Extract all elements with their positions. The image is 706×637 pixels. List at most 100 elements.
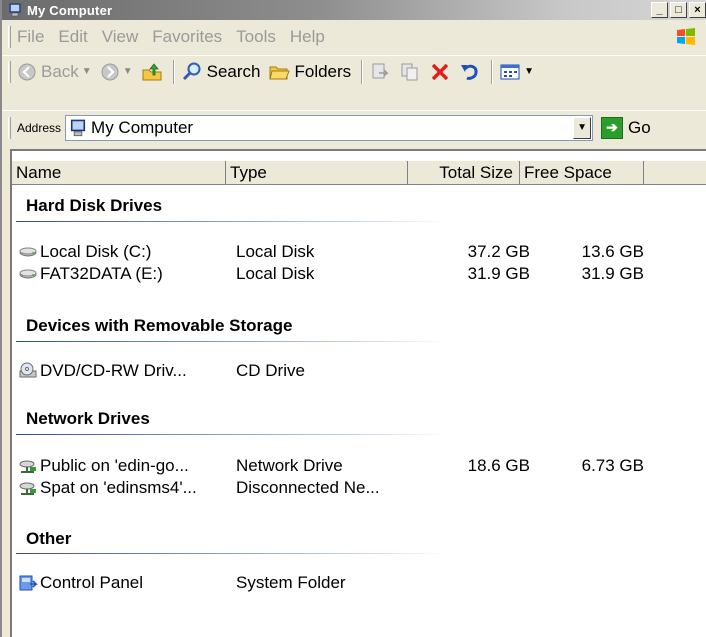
folders-button[interactable]: Folders [268,61,351,83]
copy-to-icon [401,63,418,80]
address-grip[interactable] [8,116,11,139]
windows-logo-icon [677,28,695,45]
folders-label: Folders [294,61,352,81]
address-dropdown-icon[interactable]: ▼ [573,116,592,139]
move-to-button[interactable] [369,61,391,83]
item-name: Control Panel [40,573,144,592]
item-name: Local Disk (C:) [40,242,152,261]
undo-button[interactable] [459,61,481,83]
title-bar[interactable]: My Computer _ □ × [2,0,706,20]
views-button[interactable]: ▼ [499,62,534,82]
explorer-window: My Computer _ □ × File Edit View Favorit… [0,0,706,637]
up-folder-button[interactable] [141,61,163,83]
column-free-space[interactable]: Free Space [520,161,644,185]
list-item[interactable]: Spat on 'edinsms4'... Disconnected Ne... [12,478,706,500]
back-dropdown-icon[interactable]: ▼ [82,66,92,77]
item-type: Network Drive [236,456,343,475]
menu-bar: File Edit View Favorites Tools Help [2,22,706,52]
menu-view[interactable]: View [102,27,139,47]
search-icon [182,62,201,80]
forward-button[interactable]: ▼ [100,62,133,82]
address-value: My Computer [91,117,194,137]
back-button[interactable]: Back ▼ [17,62,92,82]
hard-disk-icon [19,269,37,279]
item-type: Local Disk [236,242,315,261]
back-arrow-icon [18,63,36,80]
up-folder-icon [142,62,162,80]
undo-icon [461,64,478,80]
copy-to-button[interactable] [399,61,421,83]
group-divider [16,221,446,222]
group-divider [16,341,446,342]
delete-icon [431,63,449,80]
move-to-icon [372,63,389,78]
hard-disk-icon [19,247,37,257]
standard-toolbar: Back ▼ ▼ Search Folders ▼ [2,55,706,87]
cd-drive-icon [19,362,37,378]
list-item[interactable]: Public on 'edin-go... Network Drive 18.6… [12,456,706,478]
column-name[interactable]: Name [12,161,226,185]
item-free-space: 6.73 GB [581,456,644,475]
column-total-size[interactable]: Total Size [408,161,520,185]
list-item[interactable]: FAT32DATA (E:) Local Disk 31.9 GB 31.9 G… [12,264,706,286]
maximize-button[interactable]: □ [670,2,687,18]
toolbar-grip[interactable] [8,60,11,83]
toolbar-separator [172,59,175,84]
column-filler [644,161,706,185]
item-name: Public on 'edin-go... [40,456,189,475]
my-computer-icon [9,3,21,17]
my-computer-icon [70,119,86,136]
item-total-size: 18.6 GB [467,456,530,475]
menu-edit[interactable]: Edit [58,27,87,47]
go-button[interactable]: ➔ Go [601,116,651,139]
minimize-button[interactable]: _ [651,2,668,18]
group-removable-storage: Devices with Removable Storage [26,316,293,335]
item-type: Local Disk [236,264,315,283]
column-header-row: Name Type Total Size Free Space [12,161,706,185]
search-label: Search [206,61,261,81]
window-title: My Computer [27,2,113,18]
group-hard-disk-drives: Hard Disk Drives [26,196,163,215]
network-drive-icon [19,460,36,473]
menu-tools[interactable]: Tools [236,27,276,47]
folders-icon [269,66,291,79]
group-network-drives: Network Drives [26,409,150,428]
item-free-space: 13.6 GB [581,242,644,261]
list-item[interactable]: DVD/CD-RW Driv... CD Drive [12,361,706,383]
group-divider [16,434,446,435]
item-free-space: 31.9 GB [581,264,644,283]
group-other: Other [26,529,72,548]
item-type: CD Drive [236,361,305,380]
menu-file[interactable]: File [17,27,44,47]
item-name: FAT32DATA (E:) [40,264,163,283]
delete-button[interactable] [429,61,451,83]
toolbar-separator [361,59,364,84]
close-button[interactable]: × [689,2,706,18]
go-label: Go [628,117,651,137]
address-field[interactable]: My Computer ▼ [65,114,594,141]
item-type: System Folder [236,573,346,592]
go-arrow-icon: ➔ [601,116,624,139]
control-panel-icon [19,575,38,591]
menu-favorites[interactable]: Favorites [152,27,222,47]
network-drive-icon [19,482,36,495]
views-icon [500,64,520,79]
menu-grip[interactable] [8,26,11,48]
list-item[interactable]: Local Disk (C:) Local Disk 37.2 GB 13.6 … [12,242,706,264]
toolbar-separator [491,59,494,84]
views-dropdown-icon[interactable]: ▼ [524,66,534,77]
list-item[interactable]: Control Panel System Folder [12,573,706,595]
item-name: Spat on 'edinsms4'... [40,478,197,497]
item-total-size: 31.9 GB [467,264,530,283]
forward-dropdown-icon[interactable]: ▼ [123,66,133,77]
group-divider [16,553,446,554]
search-button[interactable]: Search [181,61,261,83]
item-total-size: 37.2 GB [467,242,530,261]
file-list[interactable]: Name Type Total Size Free Space Hard Dis… [10,149,706,637]
address-label: Address [17,120,62,135]
back-label: Back [41,61,79,81]
column-type[interactable]: Type [226,161,408,185]
menu-help[interactable]: Help [290,27,325,47]
forward-arrow-icon [101,63,119,80]
item-type: Disconnected Ne... [236,478,380,497]
